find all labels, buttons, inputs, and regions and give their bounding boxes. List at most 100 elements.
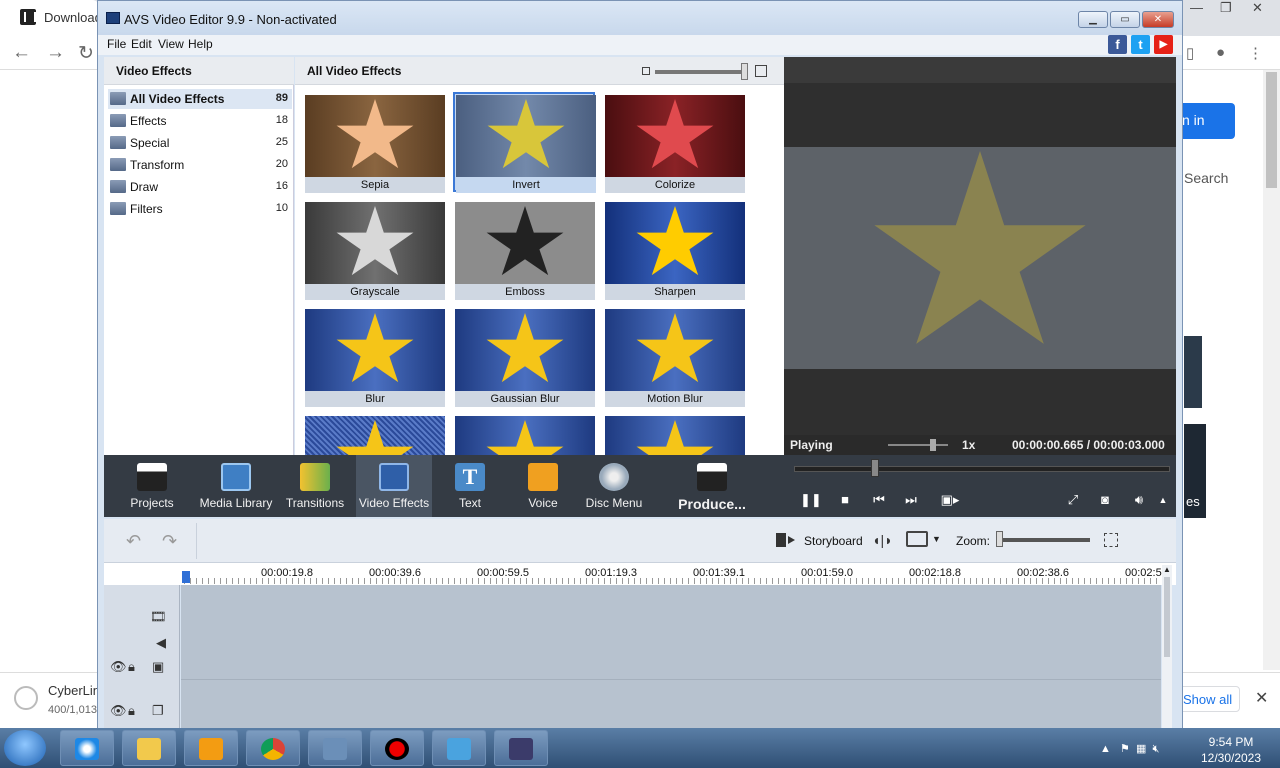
effect-tile-emboss[interactable]: Emboss <box>454 201 596 301</box>
category-transform[interactable]: Transform 20 <box>108 155 292 175</box>
pause-icon[interactable]: ❚❚ <box>800 491 822 509</box>
next-frame-icon[interactable]: ⏭ <box>902 491 920 509</box>
twitter-icon[interactable]: t <box>1131 35 1150 54</box>
thumbnail-size-slider[interactable] <box>655 70 747 74</box>
taskbar-chrome[interactable] <box>246 730 300 766</box>
redo-icon[interactable]: ↷ <box>162 531 177 552</box>
minimize-icon[interactable]: — <box>1190 0 1203 15</box>
system-tray[interactable]: ▲ ⚑ ▦ 🔇︎ <box>1100 742 1159 756</box>
large-thumbnail-icon[interactable] <box>755 65 767 77</box>
taskbar-explorer[interactable] <box>122 730 176 766</box>
download-name[interactable]: CyberLin <box>48 683 100 698</box>
scroll-up-icon[interactable]: ▲ <box>1163 565 1171 574</box>
menu-view[interactable]: View <box>158 37 184 51</box>
page-scrollbar[interactable] <box>1263 70 1280 670</box>
effect-tile-blur[interactable]: Blur <box>304 308 446 408</box>
profile-icon[interactable]: ● <box>1216 44 1225 61</box>
maximize-button[interactable]: ▭ <box>1110 11 1140 28</box>
close-button[interactable]: ✕ <box>1142 11 1174 28</box>
chevron-down-icon[interactable]: ▼ <box>932 534 941 544</box>
produce-button[interactable]: Produce... <box>670 455 754 517</box>
effect-tile-sepia[interactable]: Sepia <box>304 94 446 194</box>
effect-tile-sharpen[interactable]: Sharpen <box>604 201 746 301</box>
menu-file[interactable]: File <box>107 37 126 51</box>
restore-icon[interactable]: ❐ <box>1220 0 1232 16</box>
stop-icon[interactable]: ■ <box>836 491 854 509</box>
back-arrow-icon[interactable]: ← <box>12 42 31 64</box>
effect-tile-partial[interactable] <box>304 415 446 455</box>
menu-help[interactable]: Help <box>188 37 213 51</box>
sign-in-button[interactable]: n in <box>1182 103 1235 139</box>
kebab-menu-icon[interactable]: ⋮ <box>1248 44 1263 62</box>
timeline-scrollbar[interactable]: ▲ <box>1162 565 1172 731</box>
effect-tile-motion-blur[interactable]: Motion Blur <box>604 308 746 408</box>
visibility-eye-icon[interactable]: 👁︎ <box>110 703 127 719</box>
mute-icon[interactable]: ◀ <box>156 635 166 651</box>
taskbar-avs[interactable] <box>494 730 548 766</box>
category-special[interactable]: Special 25 <box>108 133 292 153</box>
timeline-ruler[interactable]: 00:00:19.8 00:00:39.6 00:00:59.5 00:01:1… <box>104 563 1176 585</box>
speed-slider-handle[interactable] <box>930 439 936 451</box>
volume-arrow-icon[interactable]: ▲ <box>1154 491 1172 509</box>
sidepanel-icon[interactable]: ▯ <box>1186 44 1194 62</box>
category-all-video-effects[interactable]: All Video Effects 89 <box>108 89 292 109</box>
storyboard-button[interactable]: Storyboard <box>804 534 863 548</box>
close-icon[interactable]: ✕ <box>1255 688 1268 708</box>
category-filters[interactable]: Filters 10 <box>108 199 292 219</box>
storyboard-icon[interactable] <box>776 533 796 547</box>
taskbar-ie[interactable] <box>60 730 114 766</box>
zoom-slider-handle[interactable] <box>996 531 1003 547</box>
effect-tile-invert[interactable]: Invert <box>453 92 596 193</box>
zoom-slider[interactable] <box>998 538 1090 542</box>
previous-frame-icon[interactable]: ⏮ <box>870 491 888 509</box>
playhead[interactable] <box>182 571 190 583</box>
lock-icon[interactable]: 🔒︎ <box>128 703 135 719</box>
menu-edit[interactable]: Edit <box>131 37 152 51</box>
seek-handle[interactable] <box>871 459 879 477</box>
projects-button[interactable]: Projects <box>114 455 190 517</box>
disc-menu-button[interactable]: Disc Menu <box>576 455 652 517</box>
effect-tile-gaussian-blur[interactable]: Gaussian Blur <box>454 308 596 408</box>
effect-tile-grayscale[interactable]: Grayscale <box>304 201 446 301</box>
facebook-icon[interactable]: f <box>1108 35 1127 54</box>
taskbar-keyboard[interactable] <box>308 730 362 766</box>
forward-arrow-icon[interactable]: → <box>46 42 65 64</box>
voice-button[interactable]: Voice <box>505 455 581 517</box>
snapshot-icon[interactable]: ◙ <box>1096 491 1114 509</box>
taskbar-recorder[interactable] <box>370 730 424 766</box>
taskbar-media[interactable] <box>184 730 238 766</box>
category-effects[interactable]: Effects 18 <box>108 111 292 131</box>
browser-tab[interactable]: Download <box>0 0 102 36</box>
slider-handle[interactable] <box>741 63 748 80</box>
play-selection-icon[interactable]: ▣▸ <box>938 491 962 509</box>
fit-to-window-icon[interactable] <box>1104 533 1118 547</box>
volume-icon[interactable]: 🔊︎ <box>1128 491 1150 509</box>
category-draw[interactable]: Draw 16 <box>108 177 292 197</box>
seek-bar[interactable] <box>794 466 1170 472</box>
lock-icon[interactable]: 🔒︎ <box>128 659 135 675</box>
timeline-tracks[interactable] <box>181 585 1161 731</box>
audio-mixer-icon[interactable]: ◖|◗ <box>872 532 893 548</box>
transitions-button[interactable]: Transitions <box>277 455 353 517</box>
youtube-icon[interactable]: ▶ <box>1154 35 1173 54</box>
visibility-eye-icon[interactable]: 👁︎ <box>110 659 127 675</box>
start-button[interactable] <box>4 730 46 766</box>
effect-tile-partial[interactable] <box>454 415 596 455</box>
video-effects-button[interactable]: Video Effects <box>356 455 432 517</box>
text-button[interactable]: T Text <box>432 455 508 517</box>
small-thumbnail-icon[interactable] <box>642 67 650 75</box>
effect-tile-colorize[interactable]: Colorize <box>604 94 746 194</box>
speed-slider[interactable] <box>888 444 948 446</box>
undo-icon[interactable]: ↶ <box>126 531 141 552</box>
search-link[interactable]: Search <box>1184 170 1228 186</box>
reload-icon[interactable]: ↻ <box>78 42 94 65</box>
minimize-button[interactable]: ▁ <box>1078 11 1108 28</box>
close-icon[interactable]: ✕ <box>1252 0 1263 16</box>
media-library-button[interactable]: Media Library <box>198 455 274 517</box>
view-mode-icon[interactable] <box>906 531 928 547</box>
fullscreen-icon[interactable]: ⤢ <box>1064 491 1082 509</box>
playback-status: Playing <box>790 438 833 452</box>
effect-tile-partial[interactable] <box>604 415 746 455</box>
clock[interactable]: 9:54 PM 12/30/2023 <box>1196 734 1266 766</box>
taskbar-control-panel[interactable] <box>432 730 486 766</box>
